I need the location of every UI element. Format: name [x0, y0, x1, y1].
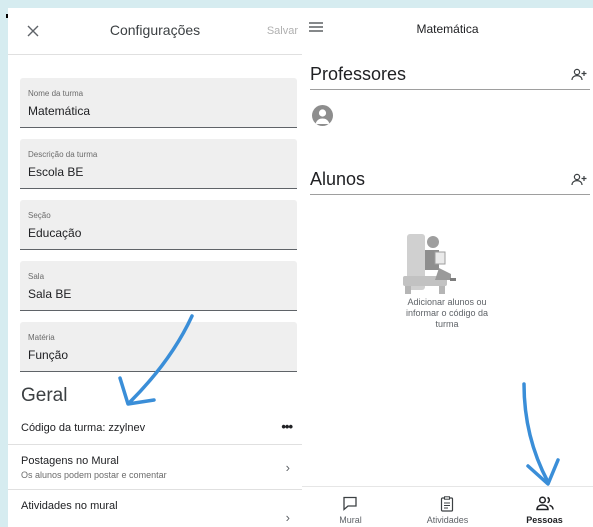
divider	[310, 194, 590, 195]
empty-line: turma	[435, 319, 459, 329]
field-label: Nome da turma	[28, 89, 84, 98]
settings-header: Configurações Salvar	[8, 8, 302, 55]
empty-line: Adicionar alunos ou	[407, 297, 487, 307]
clipboard-icon	[440, 496, 454, 512]
field-label: Matéria	[28, 333, 55, 342]
field-label: Sala	[28, 272, 45, 281]
subject-field[interactable]: Matéria Função	[20, 322, 297, 372]
field-value: Escola BE	[28, 165, 84, 179]
screen-edge	[0, 0, 8, 527]
people-header: Matemática	[302, 8, 593, 48]
nav-item-atividades[interactable]: Atividades	[399, 487, 496, 527]
nav-label: Atividades	[426, 515, 469, 525]
field-value: Matemática	[28, 104, 91, 118]
stream-posts-subtitle: Os alunos podem postar e comentar	[21, 470, 167, 480]
class-title: Matemática	[416, 22, 479, 36]
chevron-right-icon: ›	[285, 510, 290, 525]
nav-item-mural[interactable]: Mural	[302, 487, 399, 527]
field-value: Função	[28, 348, 69, 362]
teachers-title: Professores	[310, 64, 407, 84]
teacher-avatar[interactable]	[312, 105, 333, 126]
settings-title: Configurações	[109, 22, 201, 38]
divider	[310, 89, 590, 90]
section-field[interactable]: Seção Educação	[20, 200, 297, 250]
chat-icon	[343, 496, 357, 511]
nav-item-pessoas[interactable]: Pessoas	[496, 487, 593, 527]
field-value: Educação	[28, 226, 82, 240]
people-icon	[536, 496, 554, 511]
empty-line: informar o código da	[405, 308, 489, 318]
more-options-icon[interactable]: •••	[281, 419, 293, 434]
class-code-text: Código da turma: zzylnev	[21, 422, 146, 434]
nav-label: Pessoas	[526, 515, 563, 525]
field-value: Sala BE	[28, 287, 72, 301]
nav-label: Mural	[339, 515, 362, 525]
add-person-icon[interactable]	[571, 173, 587, 187]
room-field[interactable]: Sala Sala BE	[20, 261, 297, 311]
stream-posts-row[interactable]: Postagens no Mural Os alunos podem posta…	[8, 445, 302, 490]
field-label: Seção	[28, 211, 51, 220]
empty-students-message: Adicionar alunos ou informar o código da…	[362, 297, 532, 330]
class-name-field[interactable]: Nome da turma Matemática	[20, 78, 297, 128]
general-section-title: Geral	[21, 385, 68, 406]
add-person-icon[interactable]	[571, 68, 587, 82]
stream-posts-title: Postagens no Mural	[21, 455, 119, 467]
save-button[interactable]: Salvar	[267, 25, 298, 37]
people-screen: Matemática Professores Alunos Adicionar …	[302, 8, 593, 527]
chevron-right-icon: ›	[285, 460, 290, 475]
students-title: Alunos	[310, 169, 366, 189]
class-description-field[interactable]: Descrição da turma Escola BE	[20, 139, 297, 189]
class-code-row: Código da turma: zzylnev •••	[8, 413, 302, 445]
stream-activities-title: Atividades no mural	[21, 500, 118, 512]
person-icon	[315, 109, 330, 124]
settings-screen: Configurações Salvar Nome da turma Matem…	[8, 8, 302, 527]
field-label: Descrição da turma	[28, 150, 98, 159]
student-reading-illustration-icon	[403, 234, 456, 294]
bottom-navigation: Mural Atividades Pessoas	[302, 486, 593, 527]
stream-activities-row[interactable]: Atividades no mural ›	[8, 490, 302, 527]
